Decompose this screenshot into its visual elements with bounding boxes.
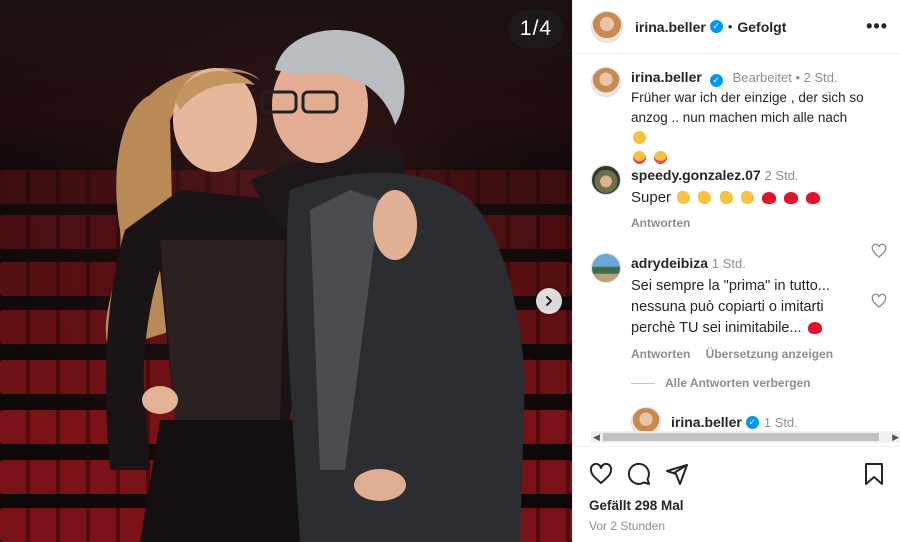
post-header: irina.beller ✓ • Gefolgt ••• xyxy=(573,0,900,54)
commenter-avatar[interactable] xyxy=(631,407,661,431)
likes-count[interactable]: Gefällt 298 Mal xyxy=(589,498,885,513)
couple-photo xyxy=(105,29,525,542)
like-comment-heart-icon[interactable] xyxy=(871,293,887,309)
winking-face-tongue-icon xyxy=(633,131,646,144)
red-heart-icon xyxy=(806,192,821,204)
hide-replies-label: Alle Antworten verbergen xyxy=(665,376,811,390)
comment-text: Sei sempre la "prima" in tutto... nessun… xyxy=(631,278,830,336)
heart-icon[interactable] xyxy=(589,462,613,486)
list-item: speedy.gonzalez.07 2 Std. Super Antworte… xyxy=(573,165,900,258)
bookmark-icon[interactable] xyxy=(863,462,885,486)
comment-meta: 1 Std. xyxy=(763,414,798,430)
comment-icon[interactable] xyxy=(627,462,651,486)
comment-username[interactable]: adrydeibiza xyxy=(631,255,708,271)
reply-preview: irina.beller ✓ 1 Std. xyxy=(631,407,798,431)
post-timestamp: Vor 2 Stunden xyxy=(589,519,666,533)
comment-meta: 2 Std. xyxy=(764,168,799,183)
commenter-avatar[interactable] xyxy=(591,67,621,97)
comment-meta: Bearbeitet • 2 Std. xyxy=(732,70,838,85)
share-icon[interactable] xyxy=(665,462,689,486)
author-avatar[interactable] xyxy=(591,10,623,43)
scroll-right-icon[interactable]: ▶ xyxy=(892,431,899,443)
clap-icon xyxy=(740,191,754,204)
follow-status-button[interactable]: Gefolgt xyxy=(737,19,786,35)
reply-button[interactable]: Antworten xyxy=(631,347,690,361)
clap-icon xyxy=(677,191,691,204)
verified-badge-icon: ✓ xyxy=(709,73,723,87)
comment-username[interactable]: irina.beller xyxy=(671,414,742,430)
red-heart-icon xyxy=(784,192,799,204)
horizontal-scrollbar[interactable]: ◀ ▶ xyxy=(591,431,900,443)
post-media[interactable]: 1/4 xyxy=(0,0,572,542)
action-bar xyxy=(589,461,885,487)
red-heart-icon xyxy=(761,192,776,204)
post-footer: Gefällt 298 Mal Vor 2 Stunden xyxy=(573,446,900,542)
scroll-left-icon[interactable]: ◀ xyxy=(593,431,600,443)
chevron-right-icon xyxy=(546,296,552,306)
heart-eyes-icon xyxy=(653,151,667,164)
list-item: adrydeibiza 1 Std. Sei sempre la "prima"… xyxy=(573,253,900,361)
clap-icon xyxy=(698,191,712,204)
commenter-avatar[interactable] xyxy=(591,253,621,283)
divider xyxy=(631,382,655,384)
comment-username[interactable]: irina.beller xyxy=(631,69,702,85)
comment-username[interactable]: speedy.gonzalez.07 xyxy=(631,167,761,183)
hide-replies-button[interactable]: Alle Antworten verbergen xyxy=(631,376,811,390)
next-slide-button[interactable] xyxy=(536,288,562,314)
caption-comment: irina.beller ✓ Bearbeitet • 2 Std. Frühe… xyxy=(573,67,883,168)
translate-button[interactable]: Übersetzung anzeigen xyxy=(706,347,833,361)
red-heart-icon xyxy=(807,322,822,334)
commenter-avatar[interactable] xyxy=(591,165,621,195)
reply-button[interactable]: Antworten xyxy=(631,216,690,230)
more-options-button[interactable]: ••• xyxy=(866,16,888,37)
separator-dot: • xyxy=(727,19,733,34)
comments-list[interactable]: irina.beller ✓ Bearbeitet • 2 Std. Frühe… xyxy=(573,55,900,431)
post-side-panel: irina.beller ✓ • Gefolgt ••• irina.belle… xyxy=(572,0,900,542)
clap-icon xyxy=(719,191,733,204)
comment-meta: 1 Std. xyxy=(711,256,746,271)
scrollbar-thumb[interactable] xyxy=(603,433,879,441)
slide-counter: 1/4 xyxy=(508,10,564,48)
author-username[interactable]: irina.beller xyxy=(635,19,706,35)
verified-badge-icon: ✓ xyxy=(745,415,759,429)
heart-eyes-icon xyxy=(633,151,646,164)
comment-text: Super xyxy=(631,189,672,206)
comment-text: Früher war ich der einzige , der sich so… xyxy=(631,90,864,125)
verified-badge-icon: ✓ xyxy=(709,20,723,33)
